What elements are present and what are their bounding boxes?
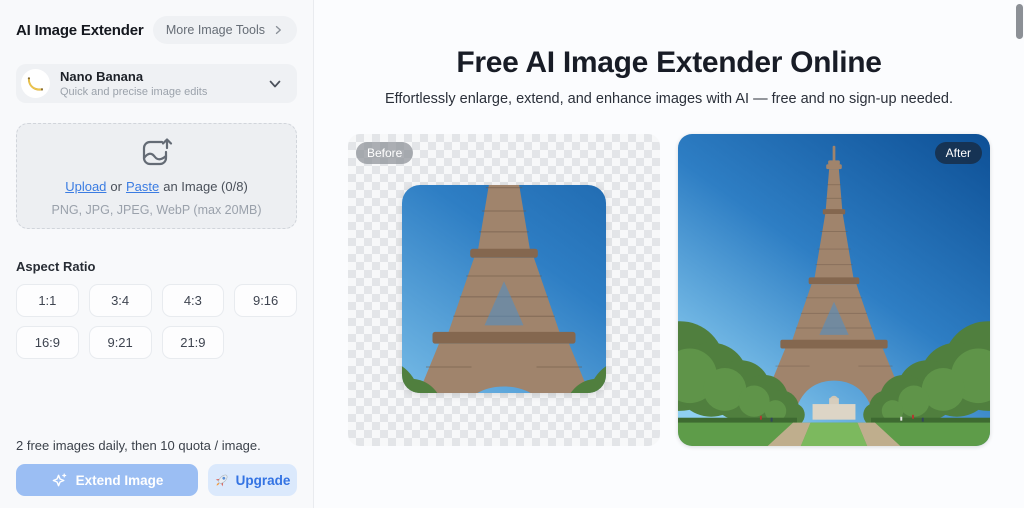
extend-image-label: Extend Image — [75, 472, 164, 488]
model-name: Nano Banana — [60, 69, 144, 84]
aspect-ratio-grid: 1:1 3:4 4:3 9:16 16:9 9:21 21:9 — [16, 284, 297, 359]
page-title: Free AI Image Extender Online — [456, 46, 882, 79]
more-image-tools-label: More Image Tools — [165, 23, 265, 37]
upload-link[interactable]: Upload — [65, 179, 106, 194]
model-texts: Nano Banana Quick and precise image edit… — [60, 69, 257, 98]
aspect-ratio-option-4-3[interactable]: 4:3 — [161, 284, 225, 317]
page-subtitle: Effortlessly enlarge, extend, and enhanc… — [384, 91, 953, 107]
upload-instruction: Upload or Paste an Image (0/8) — [65, 179, 248, 194]
more-image-tools-button[interactable]: More Image Tools — [152, 16, 297, 44]
upload-suffix-text: an Image (0/8) — [163, 178, 248, 194]
quota-note: 2 free images daily, then 10 quota / ima… — [16, 438, 261, 453]
main-content: Free AI Image Extender Online Effortless… — [314, 0, 1024, 508]
sparkle-icon — [51, 472, 68, 489]
rocket-icon — [215, 473, 230, 488]
paste-link[interactable]: Paste — [126, 179, 159, 194]
aspect-ratio-option-9-16[interactable]: 9:16 — [234, 284, 297, 317]
aspect-ratio-option-16-9[interactable]: 16:9 — [16, 326, 79, 359]
before-badge: Before — [356, 142, 414, 164]
before-panel: Before — [348, 134, 660, 446]
model-description: Quick and precise image edits — [60, 86, 208, 98]
aspect-ratio-option-9-21[interactable]: 9:21 — [88, 326, 152, 359]
chevron-down-icon — [267, 76, 283, 92]
model-avatar — [21, 69, 50, 98]
after-panel: After — [678, 134, 990, 446]
aspect-ratio-label: Aspect Ratio — [16, 259, 96, 274]
sidebar-header: AI Image Extender More Image Tools — [16, 16, 297, 44]
aspect-ratio-option-1-1[interactable]: 1:1 — [16, 284, 79, 317]
extend-image-button[interactable]: Extend Image — [16, 464, 198, 496]
sidebar: AI Image Extender More Image Tools Nano … — [0, 0, 314, 508]
aspect-ratio-option-21-9[interactable]: 21:9 — [161, 326, 225, 359]
actions-row: Extend Image Upgrade — [16, 464, 297, 496]
aspect-ratio-option-3-4[interactable]: 3:4 — [88, 284, 152, 317]
upload-or-text: or — [110, 178, 122, 194]
chevron-right-icon — [272, 24, 284, 36]
vertical-scrollbar[interactable] — [1016, 4, 1023, 39]
after-eiffel-artwork — [678, 134, 990, 446]
model-selector[interactable]: Nano Banana Quick and precise image edit… — [16, 64, 297, 103]
before-after-comparison: Before After — [314, 134, 1024, 446]
upload-formats-note: PNG, JPG, JPEG, WebP (max 20MB) — [51, 202, 262, 217]
before-eiffel-artwork — [402, 185, 606, 393]
upgrade-button[interactable]: Upgrade — [208, 464, 297, 496]
before-image — [402, 185, 606, 393]
image-upload-icon — [138, 136, 176, 170]
banana-icon — [26, 74, 45, 93]
upgrade-label: Upgrade — [235, 472, 291, 488]
after-badge: After — [934, 142, 982, 164]
upload-dropzone[interactable]: Upload or Paste an Image (0/8) PNG, JPG,… — [16, 123, 297, 229]
app-title: AI Image Extender — [16, 21, 144, 39]
